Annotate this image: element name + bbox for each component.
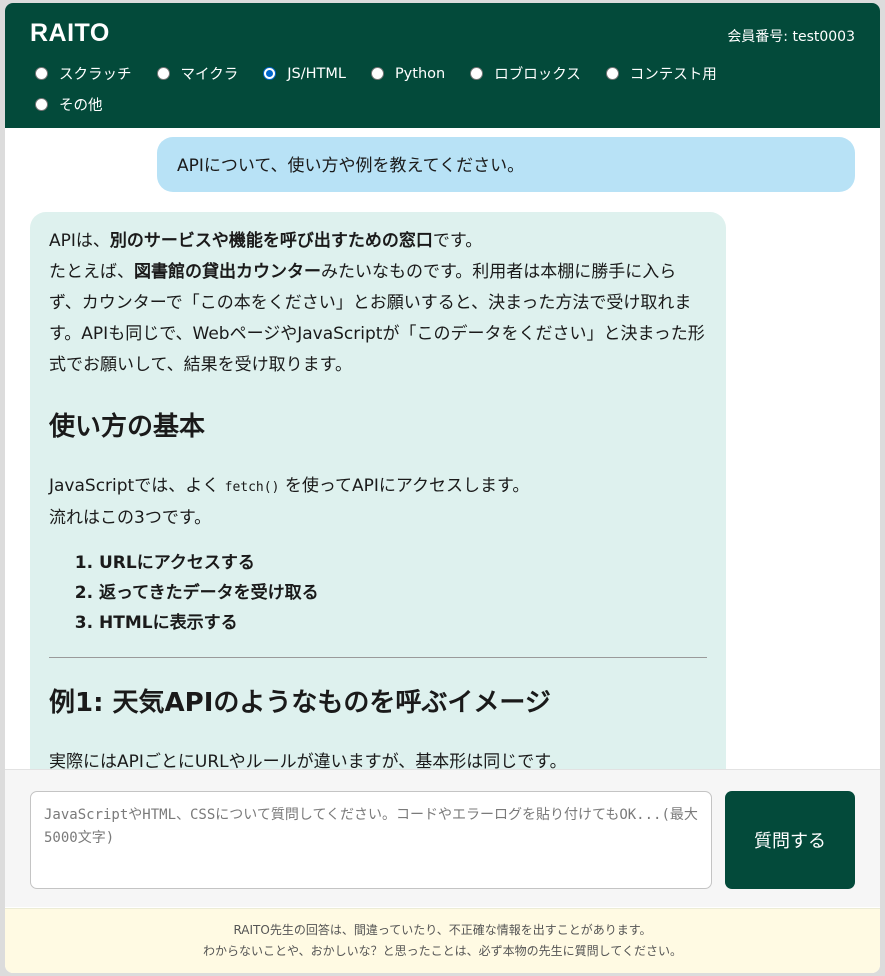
answer-paragraph: たとえば、図書館の貸出カウンターみたいなものです。利用者は本棚に勝手に入らず、カ… — [49, 257, 707, 381]
category-option-minecraft[interactable]: マイクラ — [156, 63, 239, 84]
category-label: スクラッチ — [59, 67, 132, 83]
radio-button-selected[interactable] — [263, 67, 277, 80]
input-area: 質問する — [5, 769, 880, 907]
section-heading-example: 例1: 天気APIのようなものを呼ぶイメージ — [49, 688, 551, 718]
category-label: その他 — [59, 98, 103, 114]
category-radio-group-row2: その他 — [35, 94, 128, 115]
category-option-scratch[interactable]: スクラッチ — [35, 63, 132, 84]
app-window: RAITO 会員番号: test0003 スクラッチ マイクラ JS/HTML … — [5, 3, 880, 973]
text: JavaScriptでは、よく — [49, 476, 220, 496]
radio-button[interactable] — [156, 67, 170, 80]
category-label: マイクラ — [180, 67, 239, 83]
radio-button[interactable] — [370, 67, 384, 80]
disclaimer: RAITO先生の回答は、間違っていたり、不正確な情報を出すことがあります。 わか… — [5, 908, 880, 973]
member-id: 会員番号: test0003 — [727, 29, 855, 45]
chat-history[interactable]: APIについて、使い方や例を教えてください。 APIは、別のサービスや機能を呼び… — [5, 128, 880, 769]
list-item: HTMLに表示する — [99, 608, 707, 638]
category-option-contest[interactable]: コンテスト用 — [605, 63, 717, 84]
radio-button[interactable] — [35, 98, 48, 111]
steps-list: URLにアクセスする 返ってきたデータを受け取る HTMLに表示する — [99, 548, 707, 638]
answer-paragraph: APIは、別のサービスや機能を呼び出すための窓口です。 — [49, 226, 707, 257]
category-label: Python — [394, 65, 446, 82]
category-label: ロブロックス — [494, 67, 581, 83]
list-item: URLにアクセスする — [99, 548, 707, 578]
category-option-python[interactable]: Python — [370, 65, 446, 82]
list-item: 返ってきたデータを受け取る — [99, 578, 707, 608]
user-message: APIについて、使い方や例を教えてください。 — [157, 137, 855, 192]
radio-button[interactable] — [605, 67, 619, 80]
answer-paragraph: 実際にはAPIごとにURLやルールが違いますが、基本形は同じです。 — [49, 752, 567, 769]
text: たとえば、 — [49, 262, 134, 282]
inline-code: fetch() — [224, 480, 280, 495]
text: を使ってAPIにアクセスします。 — [284, 476, 530, 496]
category-option-roblox[interactable]: ロブロックス — [470, 63, 581, 84]
bot-message: APIは、別のサービスや機能を呼び出すための窓口です。 たとえば、図書館の貸出カ… — [30, 212, 726, 769]
question-input[interactable] — [30, 791, 712, 889]
category-radio-group: スクラッチ マイクラ JS/HTML Python ロブロックス コンテスト用 — [35, 63, 742, 84]
bold-text: 別のサービスや機能を呼び出すための窓口 — [109, 231, 433, 251]
answer-paragraph: JavaScriptでは、よく fetch() を使ってAPIにアクセスします。… — [49, 471, 707, 534]
text: 流れはこの3つです。 — [49, 508, 212, 528]
text: です。 — [432, 231, 483, 251]
section-heading-basics: 使い方の基本 — [49, 412, 206, 442]
divider — [49, 657, 707, 658]
bold-text: 図書館の貸出カウンター — [134, 262, 321, 282]
radio-button[interactable] — [35, 67, 48, 80]
disclaimer-line: わからないことや、おかしいな？と思ったことは、必ず本物の先生に質問してください。 — [203, 944, 682, 958]
app-title: RAITO — [30, 19, 110, 47]
category-label: コンテスト用 — [629, 67, 717, 83]
radio-button[interactable] — [470, 67, 484, 80]
header: RAITO 会員番号: test0003 スクラッチ マイクラ JS/HTML … — [5, 3, 880, 128]
category-option-other[interactable]: その他 — [35, 94, 103, 115]
category-label: JS/HTML — [287, 65, 346, 82]
disclaimer-line: RAITO先生の回答は、間違っていたり、不正確な情報を出すことがあります。 — [233, 923, 652, 937]
text: APIは、 — [49, 231, 110, 251]
ask-button[interactable]: 質問する — [725, 791, 855, 889]
category-option-js-html[interactable]: JS/HTML — [263, 66, 346, 82]
